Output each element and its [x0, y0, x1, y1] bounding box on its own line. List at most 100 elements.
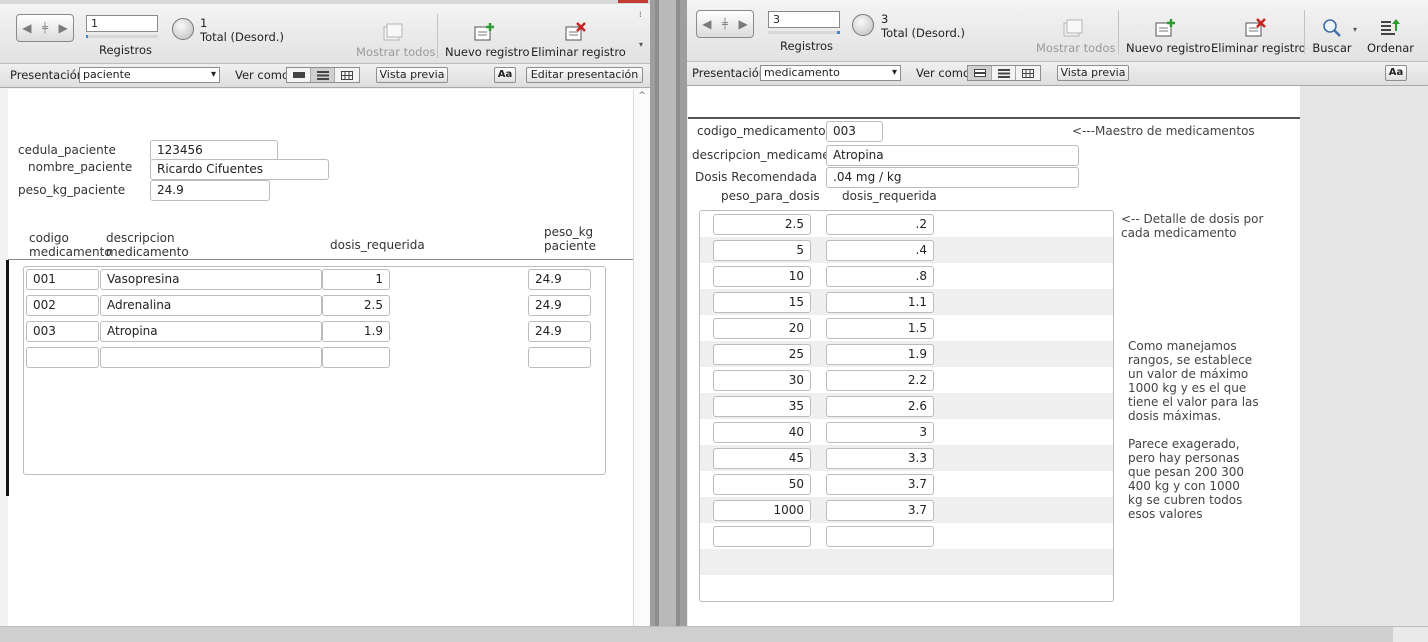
cedula-field[interactable]: 123456: [150, 140, 278, 161]
table-row[interactable]: [700, 526, 1113, 548]
right-record-number-input[interactable]: 3: [768, 11, 840, 28]
table-row[interactable]: 40 3: [700, 422, 1113, 444]
right-font-size-button[interactable]: Aa: [1385, 65, 1407, 81]
record-navigator[interactable]: ◀ ╪ ▶: [16, 14, 74, 42]
table-row[interactable]: 35 2.6: [700, 396, 1113, 418]
row-peso-para-dosis-field[interactable]: 25: [713, 344, 811, 365]
row-peso-para-dosis-field[interactable]: 40: [713, 422, 811, 443]
show-all-button[interactable]: Mostrar todos: [356, 22, 436, 59]
view-as-switch[interactable]: [286, 67, 360, 83]
table-row[interactable]: 50 3.7: [700, 474, 1113, 496]
form-view-icon[interactable]: [287, 68, 311, 82]
row-dosis-requerida-field[interactable]: 3.3: [826, 448, 934, 469]
left-portal[interactable]: 001 Vasopresina 1 24.9 002 Adrenalina 2.5 24.9 0…: [23, 266, 606, 475]
row-descripcion-field[interactable]: [100, 347, 322, 368]
row-codigo-field[interactable]: 001: [26, 269, 99, 290]
right-layout-select[interactable]: medicamento: [760, 65, 901, 81]
row-dosis-requerida-field[interactable]: [826, 526, 934, 547]
search-button[interactable]: Buscar: [1310, 18, 1354, 55]
table-row[interactable]: 30 2.2: [700, 370, 1113, 392]
descripcion-medicamento-field[interactable]: Atropina: [826, 145, 1079, 166]
nombre-field[interactable]: Ricardo Cifuentes: [150, 159, 329, 180]
preview-button[interactable]: Vista previa: [376, 67, 448, 83]
row-dosis-requerida-field[interactable]: 1.9: [826, 344, 934, 365]
dosis-recomendada-field[interactable]: .04 mg / kg: [826, 167, 1079, 188]
scroll-up-icon[interactable]: ^: [634, 91, 650, 101]
row-codigo-field[interactable]: 002: [26, 295, 99, 316]
row-peso-para-dosis-field[interactable]: 30: [713, 370, 811, 391]
row-dosis-field[interactable]: [322, 347, 390, 368]
row-dosis-field[interactable]: 2.5: [322, 295, 390, 316]
row-peso-para-dosis-field[interactable]: 15: [713, 292, 811, 313]
right-prev-record-icon[interactable]: ◀: [702, 17, 711, 31]
right-view-as-switch[interactable]: [967, 65, 1041, 81]
row-peso-para-dosis-field[interactable]: 50: [713, 474, 811, 495]
delete-record-button[interactable]: Eliminar registro: [531, 22, 626, 59]
table-row[interactable]: 45 3.3: [700, 448, 1113, 470]
row-dosis-requerida-field[interactable]: .8: [826, 266, 934, 287]
row-peso-para-dosis-field[interactable]: 45: [713, 448, 811, 469]
row-dosis-requerida-field[interactable]: 3.7: [826, 500, 934, 521]
row-dosis-requerida-field[interactable]: 2.6: [826, 396, 934, 417]
right-record-navigator[interactable]: ◀ ╪ ▶: [696, 10, 754, 38]
row-descripcion-field[interactable]: Vasopresina: [100, 269, 322, 290]
record-number-input[interactable]: 1: [86, 15, 158, 32]
next-record-icon[interactable]: ▶: [59, 21, 68, 35]
table-row[interactable]: 2.5 .2: [700, 214, 1113, 236]
table-row[interactable]: [24, 347, 604, 371]
right-next-record-icon[interactable]: ▶: [739, 17, 748, 31]
font-size-button[interactable]: Aa: [494, 67, 516, 83]
table-row[interactable]: 10.8: [700, 266, 1113, 288]
row-peso-para-dosis-field[interactable]: 2.5: [713, 214, 811, 235]
row-dosis-requerida-field[interactable]: 1.1: [826, 292, 934, 313]
row-codigo-field[interactable]: [26, 347, 99, 368]
new-record-button[interactable]: Nuevo registro: [445, 22, 530, 59]
edit-layout-button[interactable]: Editar presentación: [526, 67, 643, 83]
sort-button[interactable]: Ordenar: [1367, 18, 1414, 55]
table-row[interactable]: 20 1.5: [700, 318, 1113, 340]
right-record-slider[interactable]: [768, 31, 840, 34]
row-dosis-requerida-field[interactable]: .2: [826, 214, 934, 235]
table-row[interactable]: 5.4: [700, 240, 1113, 262]
row-dosis-field[interactable]: 1.9: [322, 321, 390, 342]
row-peso-para-dosis-field[interactable]: 1000: [713, 500, 811, 521]
row-dosis-requerida-field[interactable]: .4: [826, 240, 934, 261]
row-dosis-field[interactable]: 1: [322, 269, 390, 290]
peso-field[interactable]: 24.9: [150, 180, 270, 201]
right-new-record-button[interactable]: Nuevo registro: [1126, 18, 1211, 55]
right-preview-button[interactable]: Vista previa: [1057, 65, 1129, 81]
row-peso-field[interactable]: 24.9: [528, 321, 591, 342]
right-delete-record-button[interactable]: Eliminar registro: [1211, 18, 1306, 55]
row-peso-field[interactable]: [528, 347, 591, 368]
right-portal[interactable]: 2.5.2 5.4 10.8 15 1.1 20 1.5 25 1.9 30 2.2 35 2.6 40 3…: [699, 210, 1114, 602]
row-peso-para-dosis-field[interactable]: 20: [713, 318, 811, 339]
table-row[interactable]: 1000 3.7: [700, 500, 1113, 522]
row-dosis-requerida-field[interactable]: 3: [826, 422, 934, 443]
prev-record-icon[interactable]: ◀: [22, 21, 31, 35]
row-peso-field[interactable]: 24.9: [528, 269, 591, 290]
codigo-medicamento-field[interactable]: 003: [826, 121, 883, 142]
left-vertical-scrollbar[interactable]: ^: [633, 89, 650, 626]
bottom-scrollbar[interactable]: [0, 626, 1428, 642]
row-peso-para-dosis-field[interactable]: 5: [713, 240, 811, 261]
layout-select[interactable]: paciente: [79, 67, 220, 83]
right-table-view-icon[interactable]: [1016, 66, 1040, 80]
row-peso-para-dosis-field[interactable]: 35: [713, 396, 811, 417]
row-dosis-requerida-field[interactable]: 1.5: [826, 318, 934, 339]
row-peso-para-dosis-field[interactable]: [713, 526, 811, 547]
table-row[interactable]: 25 1.9: [700, 344, 1113, 366]
row-descripcion-field[interactable]: Adrenalina: [100, 295, 322, 316]
left-window-close-button[interactable]: [618, 0, 648, 3]
table-row[interactable]: 001 Vasopresina 1 24.9: [24, 269, 604, 293]
table-row[interactable]: 003 Atropina 1.9 24.9: [24, 321, 604, 345]
table-view-icon[interactable]: [335, 68, 359, 82]
row-peso-field[interactable]: 24.9: [528, 295, 591, 316]
row-codigo-field[interactable]: 003: [26, 321, 99, 342]
row-peso-para-dosis-field[interactable]: 10: [713, 266, 811, 287]
right-form-view-icon[interactable]: [968, 66, 992, 80]
row-dosis-requerida-field[interactable]: 3.7: [826, 474, 934, 495]
record-slider[interactable]: [86, 35, 158, 38]
row-descripcion-field[interactable]: Atropina: [100, 321, 322, 342]
table-row[interactable]: 002 Adrenalina 2.5 24.9: [24, 295, 604, 319]
right-list-view-icon[interactable]: [992, 66, 1016, 80]
